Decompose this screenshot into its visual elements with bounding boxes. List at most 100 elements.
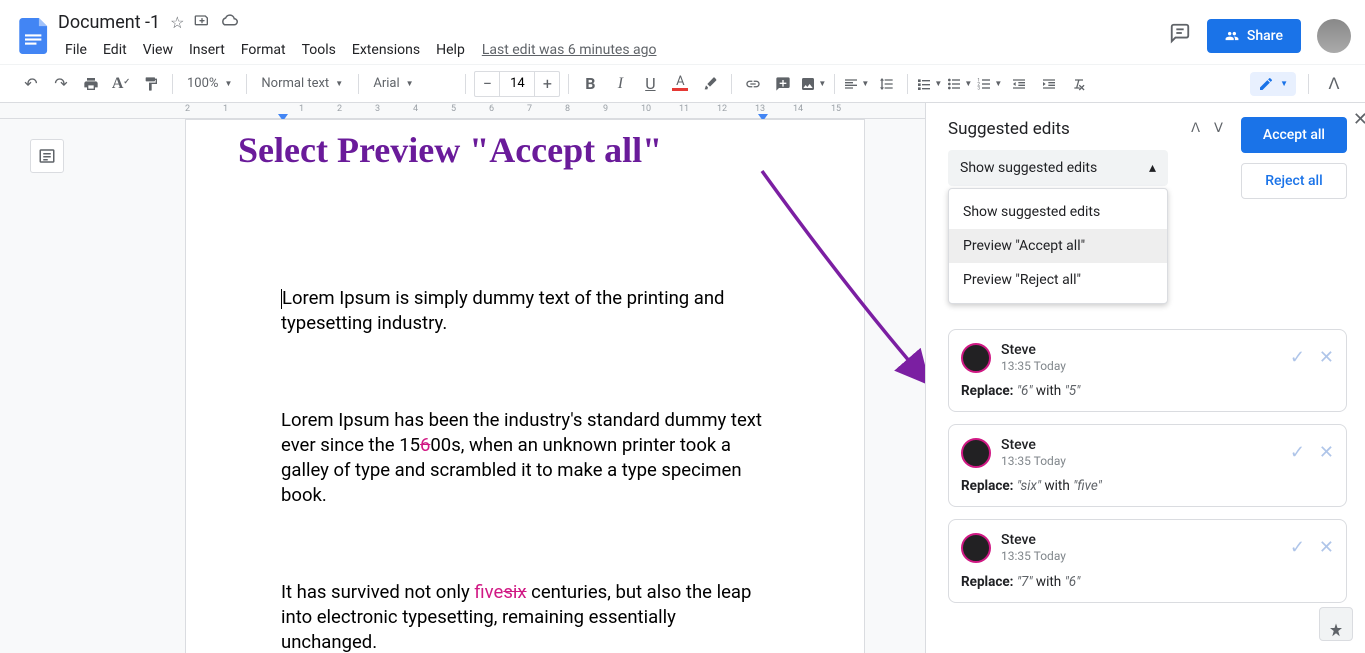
ruler-tick: 12 bbox=[717, 104, 727, 114]
panel-title: Suggested edits bbox=[948, 119, 1181, 139]
font-size-increase[interactable]: + bbox=[534, 71, 560, 97]
menu-insert[interactable]: Insert bbox=[182, 38, 232, 62]
suggestion-author: Steve bbox=[1001, 342, 1066, 359]
ruler-tick: 1 bbox=[223, 104, 228, 114]
text-color-icon[interactable]: A bbox=[667, 71, 693, 97]
suggestion-delete[interactable]: 6 bbox=[420, 434, 430, 456]
suggestion-time: 13:35 Today bbox=[1001, 549, 1066, 563]
preview-mode-menu: Show suggested edits Preview "Accept all… bbox=[948, 188, 1168, 304]
menu-format[interactable]: Format bbox=[234, 38, 293, 62]
font-size-input[interactable] bbox=[500, 71, 534, 97]
font-size-decrease[interactable]: − bbox=[474, 71, 500, 97]
paragraph-3[interactable]: It has survived not only fivesix centuri… bbox=[281, 580, 769, 653]
align-icon[interactable]: ▼ bbox=[843, 71, 869, 97]
move-icon[interactable] bbox=[194, 12, 210, 32]
italic-icon[interactable]: I bbox=[607, 71, 633, 97]
preview-mode-dropdown[interactable]: Show suggested edits▴ bbox=[948, 150, 1168, 186]
menu-view[interactable]: View bbox=[136, 38, 180, 62]
suggestion-avatar bbox=[961, 533, 991, 563]
suggestion-delete[interactable]: six bbox=[503, 581, 526, 603]
menu-tools[interactable]: Tools bbox=[295, 38, 343, 62]
reject-suggestion-icon[interactable]: ✕ bbox=[1319, 537, 1334, 558]
suggestion-card[interactable]: Steve 13:35 Today ✓ ✕ Replace: "6" with … bbox=[948, 329, 1347, 412]
reject-suggestion-icon[interactable]: ✕ bbox=[1319, 442, 1334, 463]
undo-icon[interactable]: ↶ bbox=[18, 71, 44, 97]
ruler-tick: 2 bbox=[337, 104, 342, 114]
insert-link-icon[interactable] bbox=[740, 71, 766, 97]
comment-history-icon[interactable] bbox=[1169, 22, 1191, 50]
ruler-tick: 6 bbox=[489, 104, 494, 114]
suggestion-card[interactable]: Steve 13:35 Today ✓ ✕ Replace: "six" wit… bbox=[948, 424, 1347, 507]
reject-all-button[interactable]: Reject all bbox=[1241, 163, 1347, 199]
suggestion-insert[interactable]: five bbox=[474, 581, 503, 603]
bold-icon[interactable]: B bbox=[577, 71, 603, 97]
menu-file[interactable]: File bbox=[58, 38, 94, 62]
ruler-tick: 7 bbox=[527, 104, 532, 114]
ruler-tick: 10 bbox=[641, 104, 651, 114]
suggestion-avatar bbox=[961, 343, 991, 373]
suggestion-body: Replace: "7" with "6" bbox=[961, 574, 1334, 590]
decrease-indent-icon[interactable] bbox=[1006, 71, 1032, 97]
suggestion-avatar bbox=[961, 438, 991, 468]
next-suggestion-icon[interactable]: ᐯ bbox=[1210, 117, 1227, 140]
checklist-icon[interactable]: ▼ bbox=[916, 71, 942, 97]
account-avatar[interactable] bbox=[1317, 19, 1351, 53]
menu-extensions[interactable]: Extensions bbox=[345, 38, 427, 62]
underline-icon[interactable]: U bbox=[637, 71, 663, 97]
dropdown-option-accept-all[interactable]: Preview "Accept all" bbox=[949, 229, 1167, 263]
star-icon[interactable]: ☆ bbox=[170, 13, 184, 32]
paragraph-1[interactable]: Lorem Ipsum is simply dummy text of the … bbox=[281, 286, 769, 336]
menu-edit[interactable]: Edit bbox=[96, 38, 134, 62]
menu-help[interactable]: Help bbox=[429, 38, 472, 62]
dropdown-option-reject-all[interactable]: Preview "Reject all" bbox=[949, 263, 1167, 297]
accept-suggestion-icon[interactable]: ✓ bbox=[1290, 442, 1305, 463]
document-outline-icon[interactable] bbox=[30, 139, 64, 173]
svg-text:3: 3 bbox=[978, 85, 981, 91]
paragraph-2[interactable]: Lorem Ipsum has been the industry's stan… bbox=[281, 408, 769, 508]
collapse-toolbar-icon[interactable]: ᐱ bbox=[1321, 71, 1347, 97]
share-button[interactable]: Share bbox=[1207, 19, 1301, 53]
dropdown-option-show[interactable]: Show suggested edits bbox=[949, 195, 1167, 229]
close-panel-icon[interactable]: ✕ bbox=[1353, 109, 1365, 130]
horizontal-ruler[interactable]: 21123456789101112131415 bbox=[0, 103, 925, 119]
ruler-tick: 13 bbox=[755, 104, 765, 114]
increase-indent-icon[interactable] bbox=[1036, 71, 1062, 97]
cloud-status-icon[interactable] bbox=[220, 13, 238, 32]
highlight-icon[interactable] bbox=[697, 71, 723, 97]
bulleted-list-icon[interactable]: ▼ bbox=[946, 71, 972, 97]
numbered-list-icon[interactable]: 123▼ bbox=[976, 71, 1002, 97]
ruler-tick: 3 bbox=[375, 104, 380, 114]
font-size-control: − + bbox=[474, 71, 560, 97]
ruler-tick: 9 bbox=[603, 104, 608, 114]
clear-formatting-icon[interactable] bbox=[1066, 71, 1092, 97]
accept-suggestion-icon[interactable]: ✓ bbox=[1290, 537, 1305, 558]
paint-format-icon[interactable] bbox=[138, 71, 164, 97]
print-icon[interactable] bbox=[78, 71, 104, 97]
accept-all-button[interactable]: Accept all bbox=[1241, 117, 1347, 153]
docs-logo-icon[interactable] bbox=[14, 16, 54, 56]
suggestion-author: Steve bbox=[1001, 532, 1066, 549]
redo-icon[interactable]: ↷ bbox=[48, 71, 74, 97]
accept-suggestion-icon[interactable]: ✓ bbox=[1290, 347, 1305, 368]
menu-bar: File Edit View Insert Format Tools Exten… bbox=[58, 38, 1169, 62]
editing-mode-button[interactable]: ▼ bbox=[1250, 72, 1296, 96]
suggestion-card[interactable]: Steve 13:35 Today ✓ ✕ Replace: "7" with … bbox=[948, 519, 1347, 602]
prev-suggestion-icon[interactable]: ᐱ bbox=[1187, 117, 1204, 140]
document-page[interactable]: Lorem Ipsum is simply dummy text of the … bbox=[185, 119, 865, 653]
share-label: Share bbox=[1247, 28, 1283, 44]
doc-title[interactable]: Document -1 bbox=[58, 12, 160, 33]
zoom-selector[interactable]: 100%▼ bbox=[181, 76, 238, 91]
suggestion-body: Replace: "6" with "5" bbox=[961, 383, 1334, 399]
style-selector[interactable]: Normal text▼ bbox=[255, 76, 350, 91]
add-comment-icon[interactable] bbox=[770, 71, 796, 97]
suggestion-body: Replace: "six" with "five" bbox=[961, 478, 1334, 494]
last-edit-link[interactable]: Last edit was 6 minutes ago bbox=[482, 42, 657, 58]
explore-icon[interactable] bbox=[1319, 607, 1353, 641]
font-selector[interactable]: Arial▼ bbox=[367, 76, 457, 91]
reject-suggestion-icon[interactable]: ✕ bbox=[1319, 347, 1334, 368]
spellcheck-icon[interactable]: A✓ bbox=[108, 71, 134, 97]
ruler-tick: 8 bbox=[565, 104, 570, 114]
suggestion-time: 13:35 Today bbox=[1001, 454, 1066, 468]
line-spacing-icon[interactable] bbox=[873, 71, 899, 97]
insert-image-icon[interactable]: ▼ bbox=[800, 71, 826, 97]
